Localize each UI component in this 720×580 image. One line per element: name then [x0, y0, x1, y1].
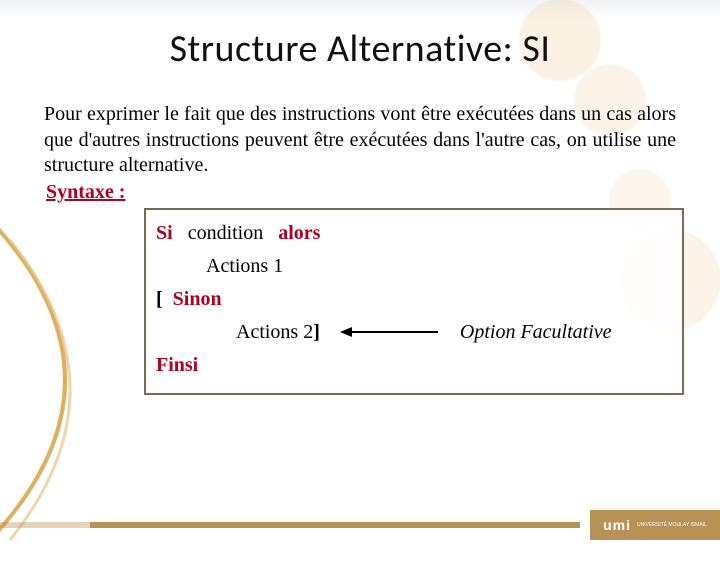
keyword-alors: alors — [278, 222, 320, 244]
footer-bar — [90, 522, 580, 528]
syntax-label: Syntaxe : — [46, 181, 676, 204]
footer-logo-main: umi — [603, 517, 631, 533]
code-line-actions1: Actions 1 — [156, 251, 672, 282]
keyword-sinon-text: Sinon — [173, 288, 222, 310]
intro-paragraph: Pour exprimer le fait que des instructio… — [44, 102, 676, 179]
bracket-open: [ — [156, 288, 163, 310]
slide-title: Structure Alternative: SI — [44, 26, 676, 72]
code-line-actions2: Actions 2] Option Facultative — [156, 317, 672, 348]
code-line-finsi: Finsi — [156, 350, 672, 381]
code-condition: condition — [188, 222, 264, 244]
option-facultative-label: Option Facultative — [460, 317, 612, 348]
footer: umi UNIVERSITÉ MOULAY ISMAIL — [0, 510, 720, 540]
code-line-si: Si condition alors — [156, 218, 672, 249]
keyword-si: Si — [156, 222, 173, 244]
arrow-icon — [340, 323, 440, 341]
footer-logo: umi UNIVERSITÉ MOULAY ISMAIL — [590, 510, 720, 540]
code-line-sinon: [ Sinon — [156, 284, 672, 315]
syntax-box: Si condition alors Actions 1 [ Sinon Act… — [144, 208, 684, 395]
footer-logo-sub: UNIVERSITÉ MOULAY ISMAIL — [637, 523, 707, 528]
keyword-finsi: Finsi — [156, 354, 198, 376]
bracket-close: ] — [313, 321, 320, 343]
code-actions2: Actions 2 — [236, 321, 313, 343]
